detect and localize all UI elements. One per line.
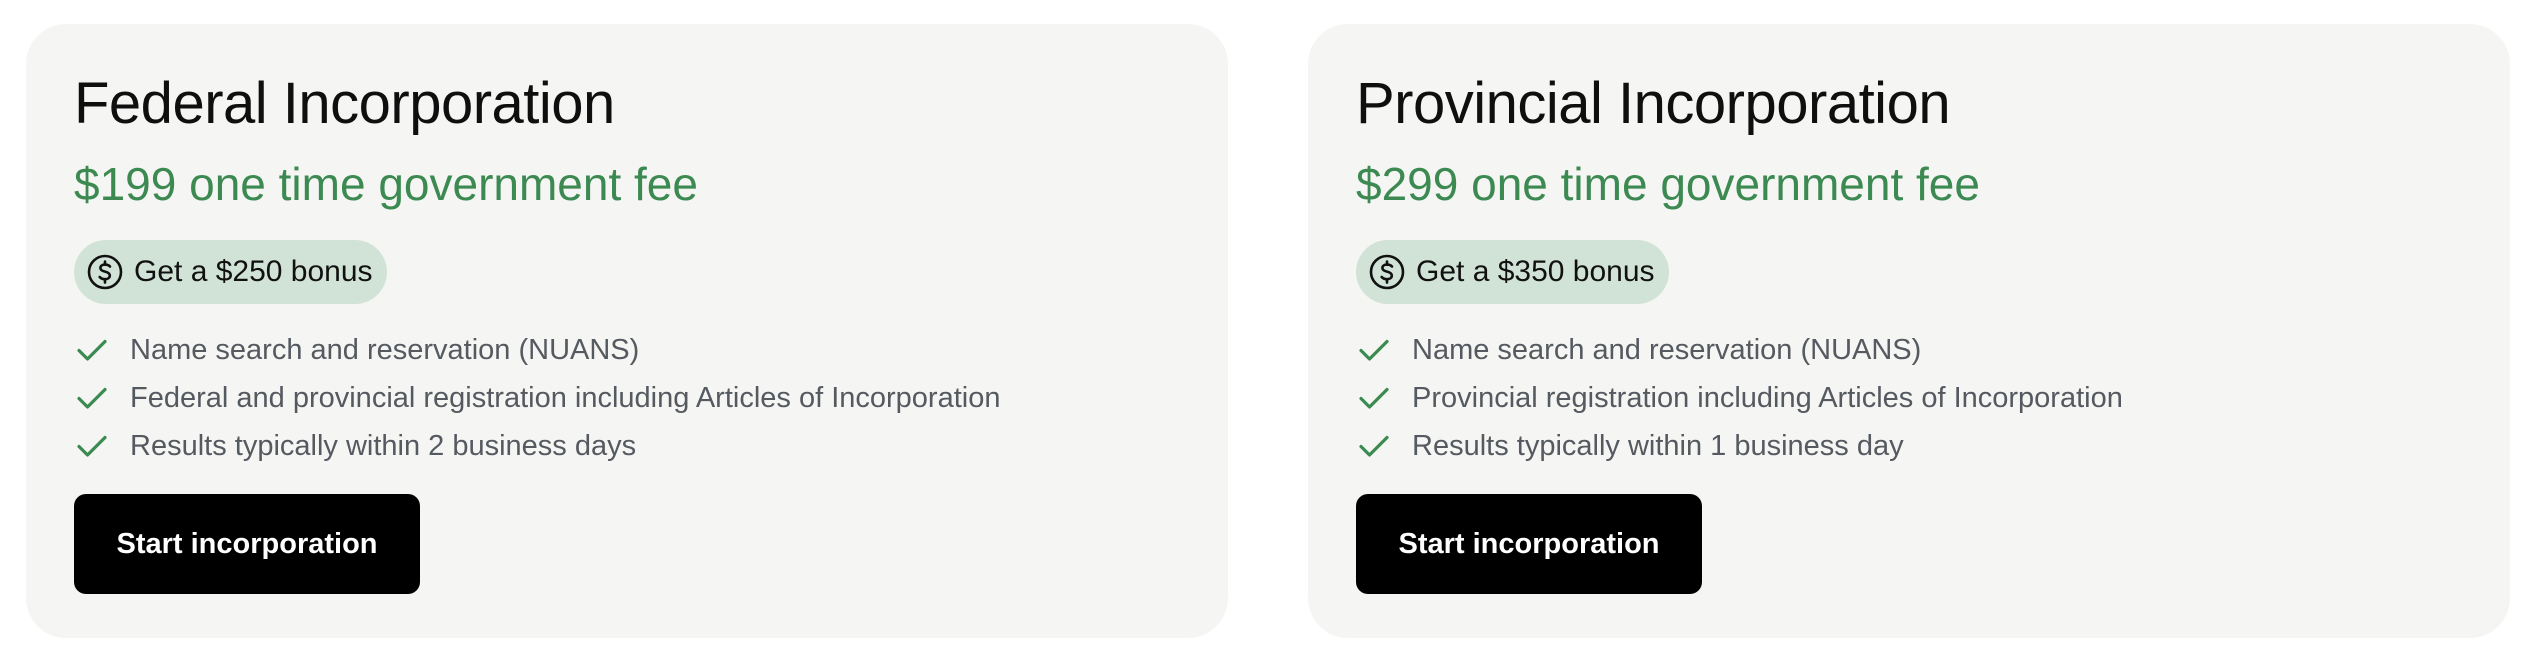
feature-text: Federal and provincial registration incl… <box>130 382 1001 414</box>
start-incorporation-button[interactable]: Start incorporation <box>74 494 420 594</box>
federal-incorporation-card: Federal Incorporation $199 one time gove… <box>26 24 1228 638</box>
feature-text: Provincial registration including Articl… <box>1412 382 2123 414</box>
government-fee: $199 one time government fee <box>74 158 698 210</box>
feature-item: Results typically within 2 business days <box>74 422 1180 470</box>
feature-text: Results typically within 1 business day <box>1412 430 1904 462</box>
check-icon <box>1356 428 1392 464</box>
feature-item: Results typically within 1 business day <box>1356 422 2462 470</box>
government-fee: $299 one time government fee <box>1356 158 1980 210</box>
bonus-label: Get a $250 bonus <box>134 255 373 288</box>
bonus-badge: Get a $250 bonus <box>74 240 387 304</box>
feature-list: Name search and reservation (NUANS) Fede… <box>74 326 1180 470</box>
dollar-coin-icon <box>1368 253 1406 291</box>
feature-item: Name search and reservation (NUANS) <box>1356 326 2462 374</box>
feature-list: Name search and reservation (NUANS) Prov… <box>1356 326 2462 470</box>
check-icon <box>74 380 110 416</box>
feature-item: Provincial registration including Articl… <box>1356 374 2462 422</box>
start-incorporation-button[interactable]: Start incorporation <box>1356 494 1702 594</box>
check-icon <box>1356 380 1392 416</box>
feature-text: Name search and reservation (NUANS) <box>1412 334 1922 366</box>
feature-text: Name search and reservation (NUANS) <box>130 334 640 366</box>
check-icon <box>1356 332 1392 368</box>
feature-item: Federal and provincial registration incl… <box>74 374 1180 422</box>
provincial-incorporation-card: Provincial Incorporation $299 one time g… <box>1308 24 2510 638</box>
feature-item: Name search and reservation (NUANS) <box>74 326 1180 374</box>
check-icon <box>74 428 110 464</box>
dollar-coin-icon <box>86 253 124 291</box>
card-title: Provincial Incorporation <box>1356 71 1951 136</box>
bonus-badge: Get a $350 bonus <box>1356 240 1669 304</box>
card-title: Federal Incorporation <box>74 71 615 136</box>
check-icon <box>74 332 110 368</box>
feature-text: Results typically within 2 business days <box>130 430 637 462</box>
bonus-label: Get a $350 bonus <box>1416 255 1655 288</box>
pricing-cards: Federal Incorporation $199 one time gove… <box>0 0 2534 662</box>
